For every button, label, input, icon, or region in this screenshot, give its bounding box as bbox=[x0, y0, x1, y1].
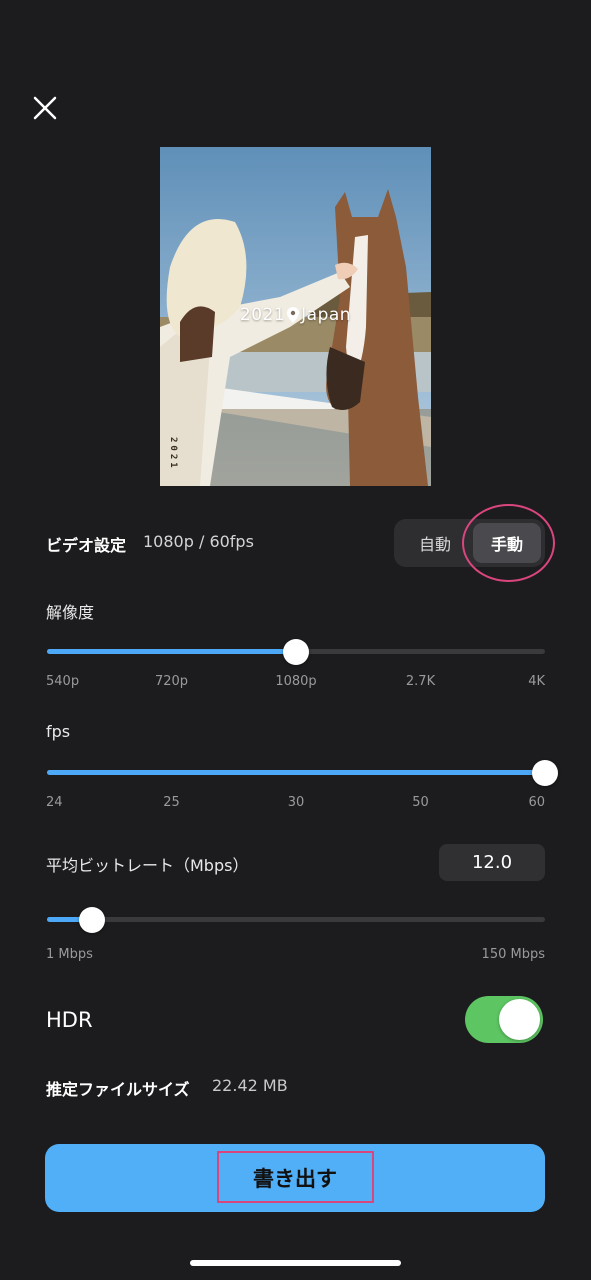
tick-label: 24 bbox=[46, 795, 63, 810]
slider-fill bbox=[47, 770, 545, 775]
slider-track bbox=[47, 917, 545, 922]
fps-slider[interactable] bbox=[47, 760, 558, 786]
tick-label: 50 bbox=[412, 795, 429, 810]
tick-label: 720p bbox=[154, 674, 189, 689]
tick-label: 60 bbox=[528, 795, 545, 810]
slider-thumb[interactable] bbox=[283, 639, 309, 665]
fps-label: fps bbox=[46, 722, 71, 741]
toggle-knob bbox=[499, 999, 540, 1040]
overlay-place: Japan bbox=[301, 305, 352, 325]
export-button[interactable]: 書き出す bbox=[45, 1144, 545, 1212]
bitrate-input[interactable]: 12.0 bbox=[439, 844, 545, 881]
close-button[interactable] bbox=[30, 93, 60, 123]
tick-label: 25 bbox=[163, 795, 180, 810]
tick-label: 540p bbox=[46, 674, 80, 689]
slider-fill bbox=[47, 649, 296, 654]
vertical-year-text: 2021 bbox=[168, 437, 178, 471]
file-size-value: 22.42 MB bbox=[212, 1076, 288, 1095]
bitrate-label: 平均ビットレート（Mbps） bbox=[46, 856, 249, 875]
mode-auto-button[interactable]: 自動 bbox=[400, 523, 470, 563]
video-settings-label: ビデオ設定 bbox=[46, 536, 127, 555]
home-indicator bbox=[190, 1260, 401, 1266]
close-icon bbox=[33, 96, 57, 120]
fps-ticks: 24 25 30 50 60 bbox=[46, 795, 545, 813]
mode-segmented-control: 自動 手動 bbox=[394, 519, 545, 567]
video-preview: 2021 Japan 2021 bbox=[160, 147, 431, 486]
tick-label: 30 bbox=[287, 795, 305, 810]
slider-thumb[interactable] bbox=[532, 760, 558, 786]
slider-thumb[interactable] bbox=[78, 907, 105, 933]
export-label: 書き出す bbox=[253, 1167, 337, 1191]
resolution-ticks: 540p 720p 1080p 2.7K 4K bbox=[46, 674, 545, 692]
bitrate-min-label: 1 Mbps bbox=[46, 947, 93, 962]
hdr-label: HDR bbox=[46, 1008, 93, 1032]
video-settings-value: 1080p / 60fps bbox=[143, 532, 254, 551]
bitrate-max-label: 150 Mbps bbox=[481, 947, 545, 962]
tick-label: 4K bbox=[528, 674, 545, 689]
bitrate-slider[interactable] bbox=[47, 907, 545, 933]
overlay-year: 2021 bbox=[239, 305, 286, 325]
mode-manual-button[interactable]: 手動 bbox=[473, 523, 541, 563]
tick-label: 2.7K bbox=[405, 674, 436, 689]
bitrate-range-labels: 1 Mbps 150 Mbps bbox=[46, 947, 545, 965]
tick-label: 1080p bbox=[275, 674, 317, 689]
overlay-caption: 2021 Japan bbox=[160, 305, 431, 325]
resolution-slider[interactable] bbox=[47, 639, 545, 665]
location-pin-icon bbox=[287, 307, 300, 323]
hdr-toggle[interactable] bbox=[465, 996, 543, 1043]
resolution-label: 解像度 bbox=[46, 603, 95, 622]
file-size-label: 推定ファイルサイズ bbox=[46, 1080, 190, 1099]
